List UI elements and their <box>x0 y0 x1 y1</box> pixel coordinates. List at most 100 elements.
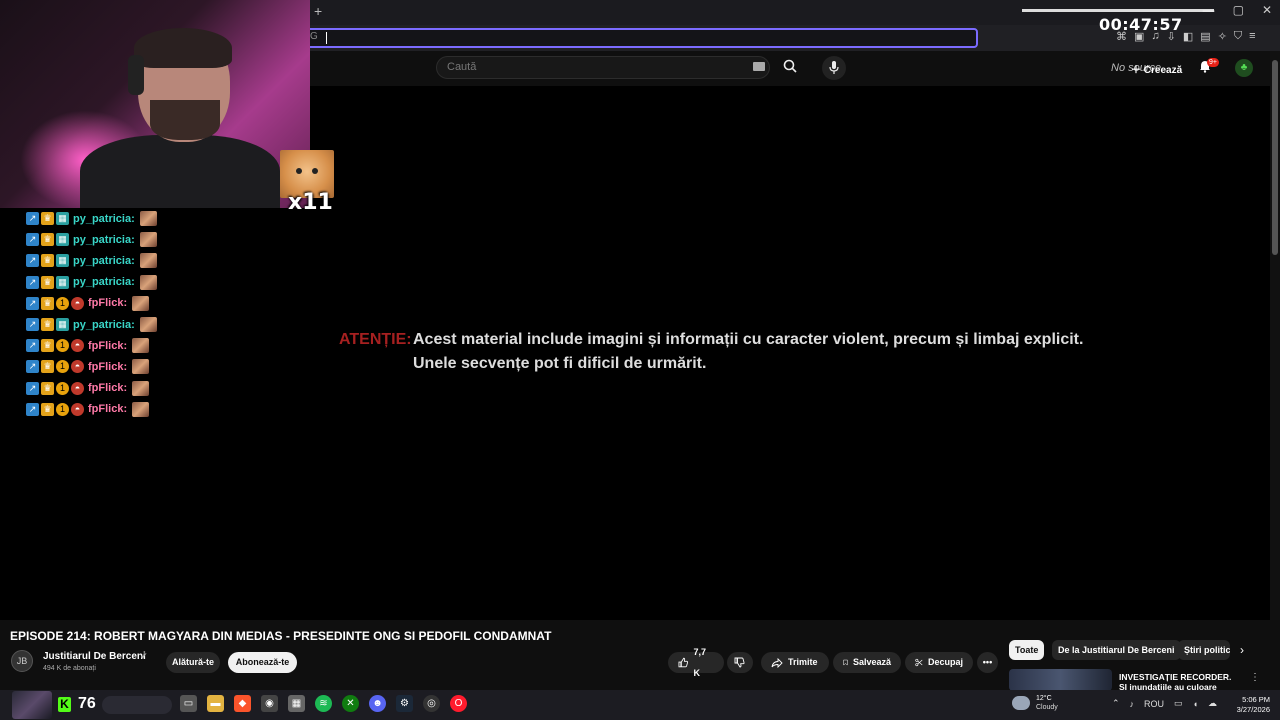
more-options-icon[interactable]: ⋮ <box>1250 672 1260 683</box>
grid-badge-icon: ▦ <box>56 233 69 247</box>
keyboard-icon[interactable] <box>753 62 765 71</box>
volume-icon[interactable]: ◖ <box>1193 699 1198 709</box>
search-button[interactable] <box>783 59 797 76</box>
taskbar-search[interactable] <box>102 696 172 714</box>
cat-emote-icon <box>132 359 150 375</box>
pin-badge-icon: ↗ <box>26 402 39 416</box>
warning-label: ATENȚIE: <box>339 331 412 348</box>
text-caret <box>326 32 327 44</box>
spotify-icon[interactable]: ≋ <box>315 695 332 712</box>
maximize-button[interactable]: ▢ <box>1233 3 1244 17</box>
chip-all[interactable]: Toate <box>1009 640 1045 660</box>
grid-badge-icon: ▦ <box>56 212 69 226</box>
chat-message: ↗ ♛ 1 ◓ fpFlick: <box>26 378 176 399</box>
recommended-video-thumbnail[interactable] <box>1009 669 1112 691</box>
stream-overlay-bar <box>1022 9 1214 12</box>
weather-widget[interactable]: 12°C Cloudy <box>1012 694 1058 712</box>
pin-badge-icon: ↗ <box>26 233 39 247</box>
address-bar[interactable]: G <box>306 28 978 48</box>
cloud-sync-icon[interactable]: ☁ <box>1208 698 1217 709</box>
chat-message: ↗ ♛ ▦ py_patricia: <box>26 229 176 250</box>
shield-icon[interactable]: ⛉ <box>1234 30 1242 43</box>
share-button[interactable]: Trimite <box>761 652 829 673</box>
taskbar-apps: ▭ ▬ ◆ ◉ ▦ ≋ ✕ ☻ ⚙ ◎ O <box>180 695 467 712</box>
opera-icon[interactable]: O <box>450 695 467 712</box>
chip-channel[interactable]: De la Justitiarul De Berceni <box>1052 640 1181 660</box>
account-avatar[interactable]: ♣ <box>1235 59 1253 77</box>
clock-date: 3/27/2026 <box>1236 705 1270 714</box>
chat-username: py_patricia: <box>73 318 135 331</box>
chevron-right-icon[interactable]: › <box>1240 643 1244 657</box>
crown-badge-icon: ♛ <box>41 402 54 416</box>
search-input[interactable] <box>436 56 770 79</box>
join-button[interactable]: Alătură-te <box>166 652 220 673</box>
chat-message: ↗ ♛ ▦ py_patricia: <box>26 272 176 293</box>
crown-badge-icon: ♛ <box>41 212 54 226</box>
subscribe-button[interactable]: Abonează-te <box>228 652 297 673</box>
chip-political-news[interactable]: Știri politice <box>1178 640 1230 660</box>
pin-badge-icon: ↗ <box>26 381 39 395</box>
file-explorer-icon[interactable]: ▬ <box>207 695 224 712</box>
thumbs-up-icon <box>678 657 689 668</box>
video-title: EPISODE 214: ROBERT MAGYARA DIN MEDIAS -… <box>10 629 552 643</box>
stream-timer: 00:47:57 <box>1099 15 1183 34</box>
channel-avatar[interactable]: JB <box>11 650 33 672</box>
taskbar-clock[interactable]: 5:06 PM 3/27/2026 <box>1232 695 1270 715</box>
chat-username: fpFlick: <box>88 382 128 395</box>
new-tab-button[interactable]: + <box>314 3 322 19</box>
grid-badge-icon: ▦ <box>56 275 69 289</box>
share-label: Trimite <box>788 657 818 667</box>
bookmark-icon <box>843 659 848 666</box>
chat-username: py_patricia: <box>73 276 135 289</box>
language-indicator[interactable]: ROU <box>1144 699 1164 709</box>
save-label: Salvează <box>852 657 891 667</box>
channel-name[interactable]: Justitiarul De Berceni <box>43 651 146 662</box>
save-button[interactable]: Salvează <box>833 652 901 673</box>
recommended-video-title[interactable]: INVESTIGAȚIE RECORDER. ȘI inundațiile au… <box>1119 672 1237 690</box>
search-placeholder: Caută <box>447 61 477 73</box>
voice-search-button[interactable] <box>822 56 846 80</box>
cat-emote-icon <box>139 253 157 269</box>
discord-icon[interactable]: ☻ <box>369 695 386 712</box>
crown-badge-icon: ♛ <box>41 318 54 332</box>
weather-condition: Cloudy <box>1036 704 1058 711</box>
menu-icon[interactable]: ≡ <box>1249 30 1255 43</box>
brave-browser-icon[interactable]: ◆ <box>234 695 251 712</box>
sidebar-icon[interactable]: ◧ <box>1183 30 1193 43</box>
cat-emote-icon <box>139 274 157 290</box>
leo-icon[interactable]: ✧ <box>1218 30 1227 43</box>
thumbs-down-icon <box>734 657 745 668</box>
warning-text-line1: Acest material include imagini și inform… <box>413 331 1084 348</box>
xbox-icon[interactable]: ✕ <box>342 695 359 712</box>
webcam-person-body <box>80 135 280 208</box>
cat-eye <box>312 168 318 174</box>
cat-emote-icon <box>139 232 157 248</box>
crown-badge-icon: ♛ <box>41 339 54 353</box>
headset-icon <box>128 55 144 95</box>
chat-message: ↗ ♛ ▦ py_patricia: <box>26 314 176 335</box>
chevron-up-icon[interactable]: ⌃ <box>1112 698 1120 709</box>
app-icon[interactable]: ◉ <box>261 695 278 712</box>
scrollbar-thumb[interactable] <box>1272 60 1278 255</box>
wallet-icon[interactable]: ▤ <box>1200 30 1210 43</box>
display-icon[interactable]: ▭ <box>1174 698 1183 709</box>
create-button[interactable]: ＋ Creează <box>1131 61 1182 76</box>
clip-button[interactable]: Decupaj <box>905 652 973 673</box>
cat-emote-icon <box>132 295 150 311</box>
cloud-icon <box>1012 696 1030 710</box>
microphone-icon[interactable]: ♪ <box>1130 699 1135 709</box>
steam-icon[interactable]: ⚙ <box>396 695 413 712</box>
like-button[interactable]: 7,7 K <box>668 647 724 678</box>
dislike-button[interactable] <box>727 652 753 673</box>
obs-icon[interactable]: ◎ <box>423 695 440 712</box>
calculator-icon[interactable]: ▦ <box>288 695 305 712</box>
cat-emote-icon <box>132 338 150 354</box>
more-actions-button[interactable]: ••• <box>977 652 998 673</box>
google-icon: G <box>310 31 318 42</box>
task-view-icon[interactable]: ▭ <box>180 695 197 712</box>
chat-username: fpFlick: <box>88 403 128 416</box>
crown-badge-icon: ♛ <box>41 296 54 310</box>
close-window-button[interactable]: ✕ <box>1262 3 1272 17</box>
grid-badge-icon: ▦ <box>56 254 69 268</box>
cap-badge-icon: ◓ <box>71 381 84 395</box>
